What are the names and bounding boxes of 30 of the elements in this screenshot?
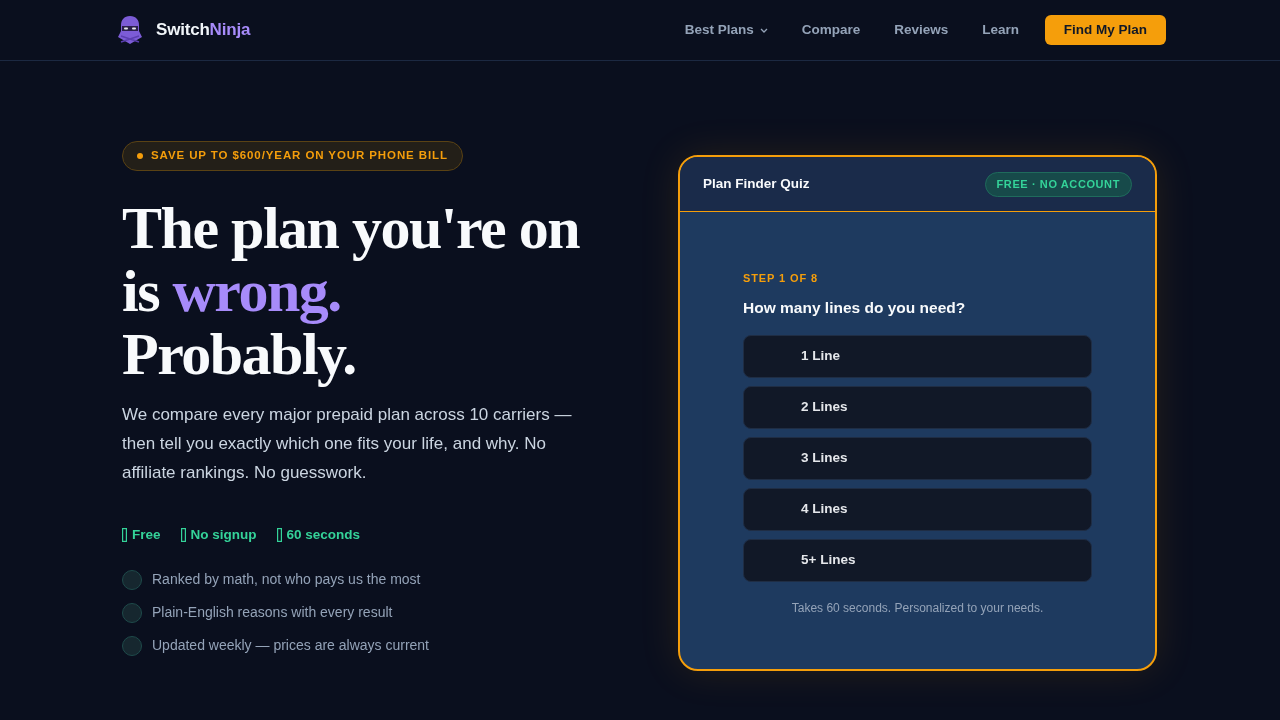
answer-option[interactable]: 1 Line <box>743 334 1092 378</box>
nav-link[interactable]: Best Plans <box>684 19 768 41</box>
feature-text: Ranked by math, not who pays us the most <box>152 570 421 590</box>
hero-heading: The plan you're on is wrong. Probably. <box>122 197 581 386</box>
brand-name[interactable]: SwitchNinja <box>156 17 251 43</box>
nav-link[interactable]: Reviews <box>894 19 949 41</box>
nav-link[interactable]: Learn <box>982 19 1019 41</box>
find-my-plan-button[interactable]: Find My Plan <box>1045 15 1166 45</box>
nav-link[interactable]: Compare <box>801 19 861 41</box>
glyph-box-icon <box>276 528 282 543</box>
glyph-box-icon <box>122 528 127 543</box>
free-badge: FREE · NO ACCOUNT <box>984 171 1132 197</box>
answer-option[interactable]: 2 Lines <box>743 385 1092 429</box>
answer-option[interactable]: 5+ Lines <box>743 538 1092 582</box>
quiz-question: How many lines do you need? <box>743 297 967 318</box>
perk-label: Free <box>132 526 161 544</box>
quiz-title: Plan Finder Quiz <box>703 174 810 193</box>
perk-label: 60 seconds <box>286 526 361 544</box>
feature-text: Updated weekly — prices are always current <box>152 636 429 656</box>
step-label: STEP 1 OF 8 <box>743 271 820 286</box>
badge-text: SAVE UP TO $600/YEAR ON YOUR PHONE BILL <box>151 148 448 164</box>
glyph-box-icon <box>180 528 186 543</box>
quiz-note: Takes 60 seconds. Personalized to your needs. <box>791 599 1044 617</box>
feature-text: Plain-English reasons with every result <box>152 603 393 623</box>
chevron-down-icon <box>759 27 768 33</box>
answer-option[interactable]: 4 Lines <box>743 487 1092 531</box>
hero-description: We compare every major prepaid plan across 10 carriers — then tell you exactly which one fits your life, and why. No affiliate rankings. No guesswork. <box>122 404 573 484</box>
answer-option[interactable]: 3 Lines <box>743 436 1092 480</box>
ninja-logo-icon <box>116 15 144 45</box>
perk-label: No signup <box>190 526 257 544</box>
